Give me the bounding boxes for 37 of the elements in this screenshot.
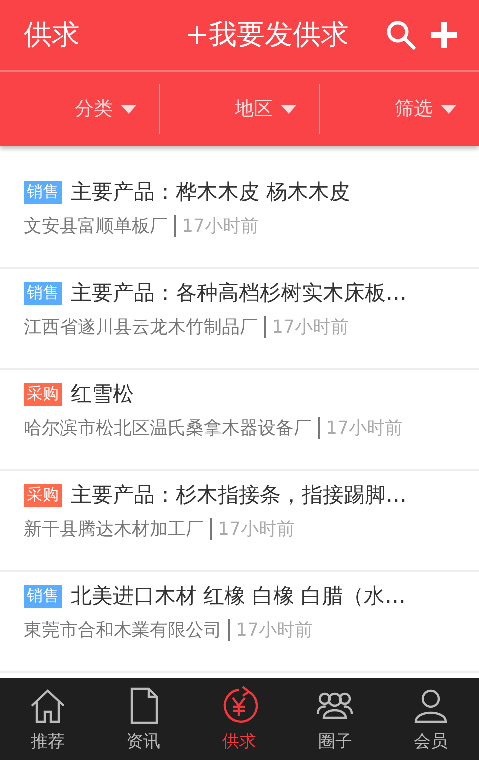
listing-title: 主要产品：各种高档杉树实木床板… xyxy=(71,280,407,307)
company-name: 新干县腾达木材加工厂 xyxy=(24,518,204,541)
listing-row[interactable]: 采购 主要产品：杉木指接条，指接踢脚… 新干县腾达木材加工厂 17小时前 xyxy=(0,471,479,572)
listing-tag: 销售 xyxy=(24,180,62,204)
tab-bar-item[interactable]: 推荐 xyxy=(0,678,96,760)
listing-row[interactable]: 销售 主要产品：桦木木皮 杨木木皮 文安县富顺单板厂 17小时前 xyxy=(0,168,479,269)
company-name: 東莞市合和木業有限公司 xyxy=(24,619,222,642)
tab-bar-item[interactable]: 资讯 xyxy=(96,678,192,760)
post-listing-button[interactable]: +我要发供求 xyxy=(186,16,349,54)
posted-time: 17小时前 xyxy=(326,417,403,440)
page-title: 供求 xyxy=(24,17,81,53)
listing-tag: 采购 xyxy=(24,382,62,406)
posted-time: 17小时前 xyxy=(182,215,259,238)
company-name: 文安县富顺单板厂 xyxy=(24,215,168,238)
listing-tag: 采购 xyxy=(24,484,62,506)
add-icon[interactable] xyxy=(431,22,457,48)
tab-bar-item[interactable]: 供求 xyxy=(192,678,288,760)
caret-icon xyxy=(441,104,457,114)
listing-title: 红雪松 xyxy=(71,381,134,408)
listing-row[interactable]: 销售 主要产品：各种高档杉树实木床板… 江西省遂川县云龙木竹制品厂 17小时前 xyxy=(0,269,479,370)
listing-row[interactable]: 销售 北美进口木材 红橡 白橡 白腊（水… 東莞市合和木業有限公司 17小时前 xyxy=(0,572,479,673)
caret-icon xyxy=(121,104,137,114)
listing-row[interactable]: 采购 红雪松 哈尔滨市松北区温氏桑拿木器设备厂 17小时前 xyxy=(0,370,479,471)
search-icon[interactable] xyxy=(385,19,417,51)
tab-bar-item[interactable]: 会员 xyxy=(383,678,479,760)
listing-tag: 销售 xyxy=(24,584,62,608)
posted-time: 17小时前 xyxy=(272,316,349,339)
caret-icon xyxy=(281,104,297,114)
posted-time: 17小时前 xyxy=(218,518,295,541)
company-name: 江西省遂川县云龙木竹制品厂 xyxy=(24,316,258,339)
listing-title: 主要产品：杉木指接条，指接踢脚… xyxy=(71,482,407,509)
listing-title: 主要产品：桦木木皮 杨木木皮 xyxy=(71,179,351,206)
posted-time: 17小时前 xyxy=(236,619,313,642)
tab-bar-item[interactable]: 圈子 xyxy=(287,678,384,760)
company-name: 哈尔滨市松北区温氏桑拿木器设备厂 xyxy=(24,417,312,440)
listing-tag: 销售 xyxy=(24,282,62,304)
listing-title: 北美进口木材 红橡 白橡 白腊（水… xyxy=(71,583,406,610)
